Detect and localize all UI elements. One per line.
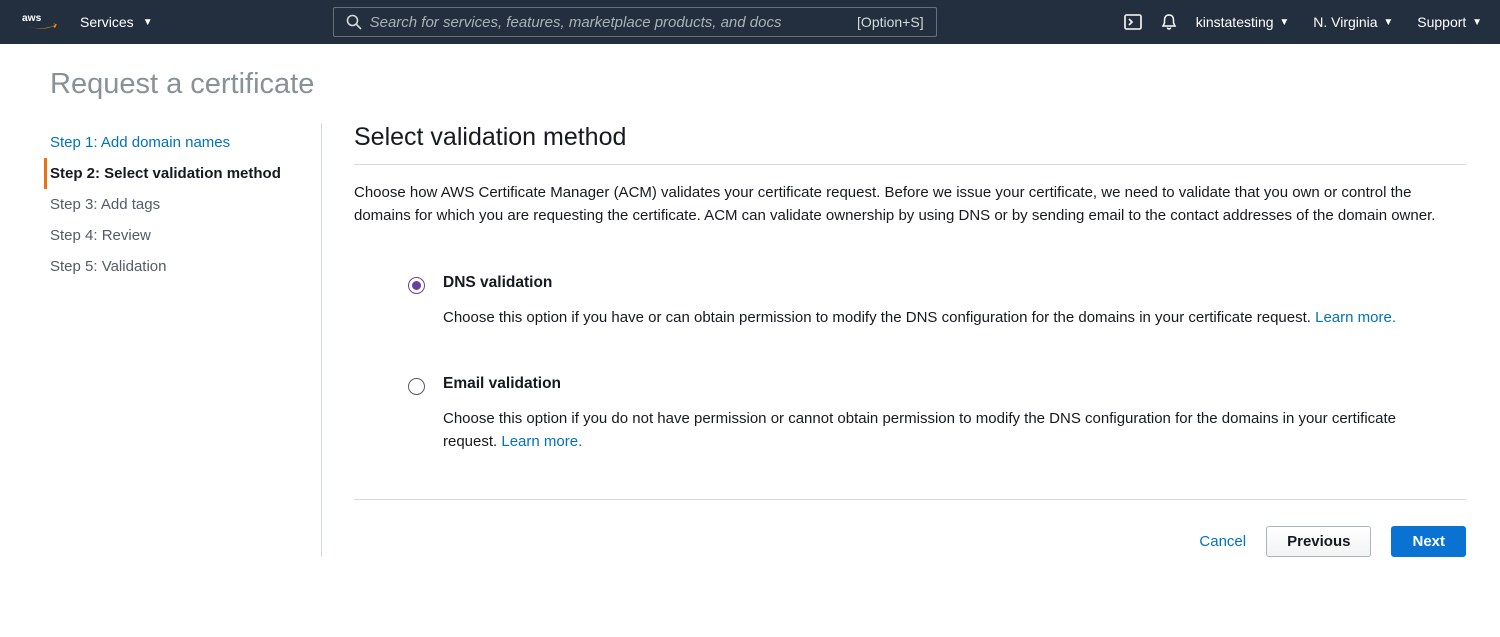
- support-label: Support: [1417, 14, 1466, 30]
- wizard-sidebar: Step 1: Add domain names Step 2: Select …: [44, 123, 322, 557]
- wizard-footer: Cancel Previous Next: [354, 499, 1466, 557]
- nav-right: kinstatesting ▼ N. Virginia ▼ Support ▼: [1196, 14, 1482, 30]
- caret-down-icon: ▼: [1277, 17, 1290, 28]
- nav-icons: [1124, 13, 1178, 31]
- aws-logo[interactable]: aws: [22, 11, 58, 33]
- radio-dns-validation[interactable]: [408, 277, 425, 294]
- services-menu[interactable]: Services ▼: [80, 14, 153, 30]
- notifications-icon[interactable]: [1160, 13, 1178, 31]
- wizard-step-5[interactable]: Step 5: Validation: [44, 251, 321, 282]
- search-bar[interactable]: [Option+S]: [333, 7, 937, 37]
- region-menu[interactable]: N. Virginia ▼: [1313, 14, 1393, 30]
- caret-down-icon: ▼: [1381, 17, 1394, 28]
- wizard-step-2[interactable]: Step 2: Select validation method: [44, 158, 321, 189]
- option-title: Email validation: [443, 375, 1446, 393]
- main-heading: Select validation method: [354, 123, 1466, 165]
- support-menu[interactable]: Support ▼: [1417, 14, 1482, 30]
- caret-down-icon: ▼: [143, 17, 153, 28]
- next-button[interactable]: Next: [1391, 526, 1466, 557]
- region-label: N. Virginia: [1313, 14, 1377, 30]
- option-title: DNS validation: [443, 274, 1396, 292]
- previous-button[interactable]: Previous: [1266, 526, 1371, 557]
- account-label: kinstatesting: [1196, 14, 1274, 30]
- caret-down-icon: ▼: [1469, 17, 1482, 28]
- search-input[interactable]: [362, 14, 857, 31]
- cloudshell-icon[interactable]: [1124, 13, 1142, 31]
- wizard-step-4[interactable]: Step 4: Review: [44, 220, 321, 251]
- main-panel: Select validation method Choose how AWS …: [322, 123, 1466, 557]
- cancel-button[interactable]: Cancel: [1199, 533, 1246, 550]
- option-dns-validation: DNS validation Choose this option if you…: [408, 274, 1466, 329]
- learn-more-link[interactable]: Learn more.: [1315, 309, 1396, 326]
- option-desc: Choose this option if you do not have pe…: [443, 407, 1446, 454]
- wizard-step-1[interactable]: Step 1: Add domain names: [44, 127, 321, 158]
- content-wrap: Step 1: Add domain names Step 2: Select …: [0, 123, 1500, 557]
- option-desc: Choose this option if you have or can ob…: [443, 306, 1396, 329]
- validation-options: DNS validation Choose this option if you…: [354, 274, 1466, 454]
- page-title: Request a certificate: [0, 44, 1500, 123]
- search-shortcut-hint: [Option+S]: [857, 14, 924, 30]
- top-nav: aws Services ▼ [Option+S] kinstatesting …: [0, 0, 1500, 44]
- search-icon: [346, 14, 362, 30]
- option-email-validation: Email validation Choose this option if y…: [408, 375, 1466, 454]
- radio-email-validation[interactable]: [408, 378, 425, 395]
- intro-text: Choose how AWS Certificate Manager (ACM)…: [354, 181, 1466, 228]
- learn-more-link[interactable]: Learn more.: [501, 433, 582, 450]
- services-label: Services: [80, 14, 134, 30]
- wizard-step-3[interactable]: Step 3: Add tags: [44, 189, 321, 220]
- account-menu[interactable]: kinstatesting ▼: [1196, 14, 1290, 30]
- svg-text:aws: aws: [22, 13, 42, 24]
